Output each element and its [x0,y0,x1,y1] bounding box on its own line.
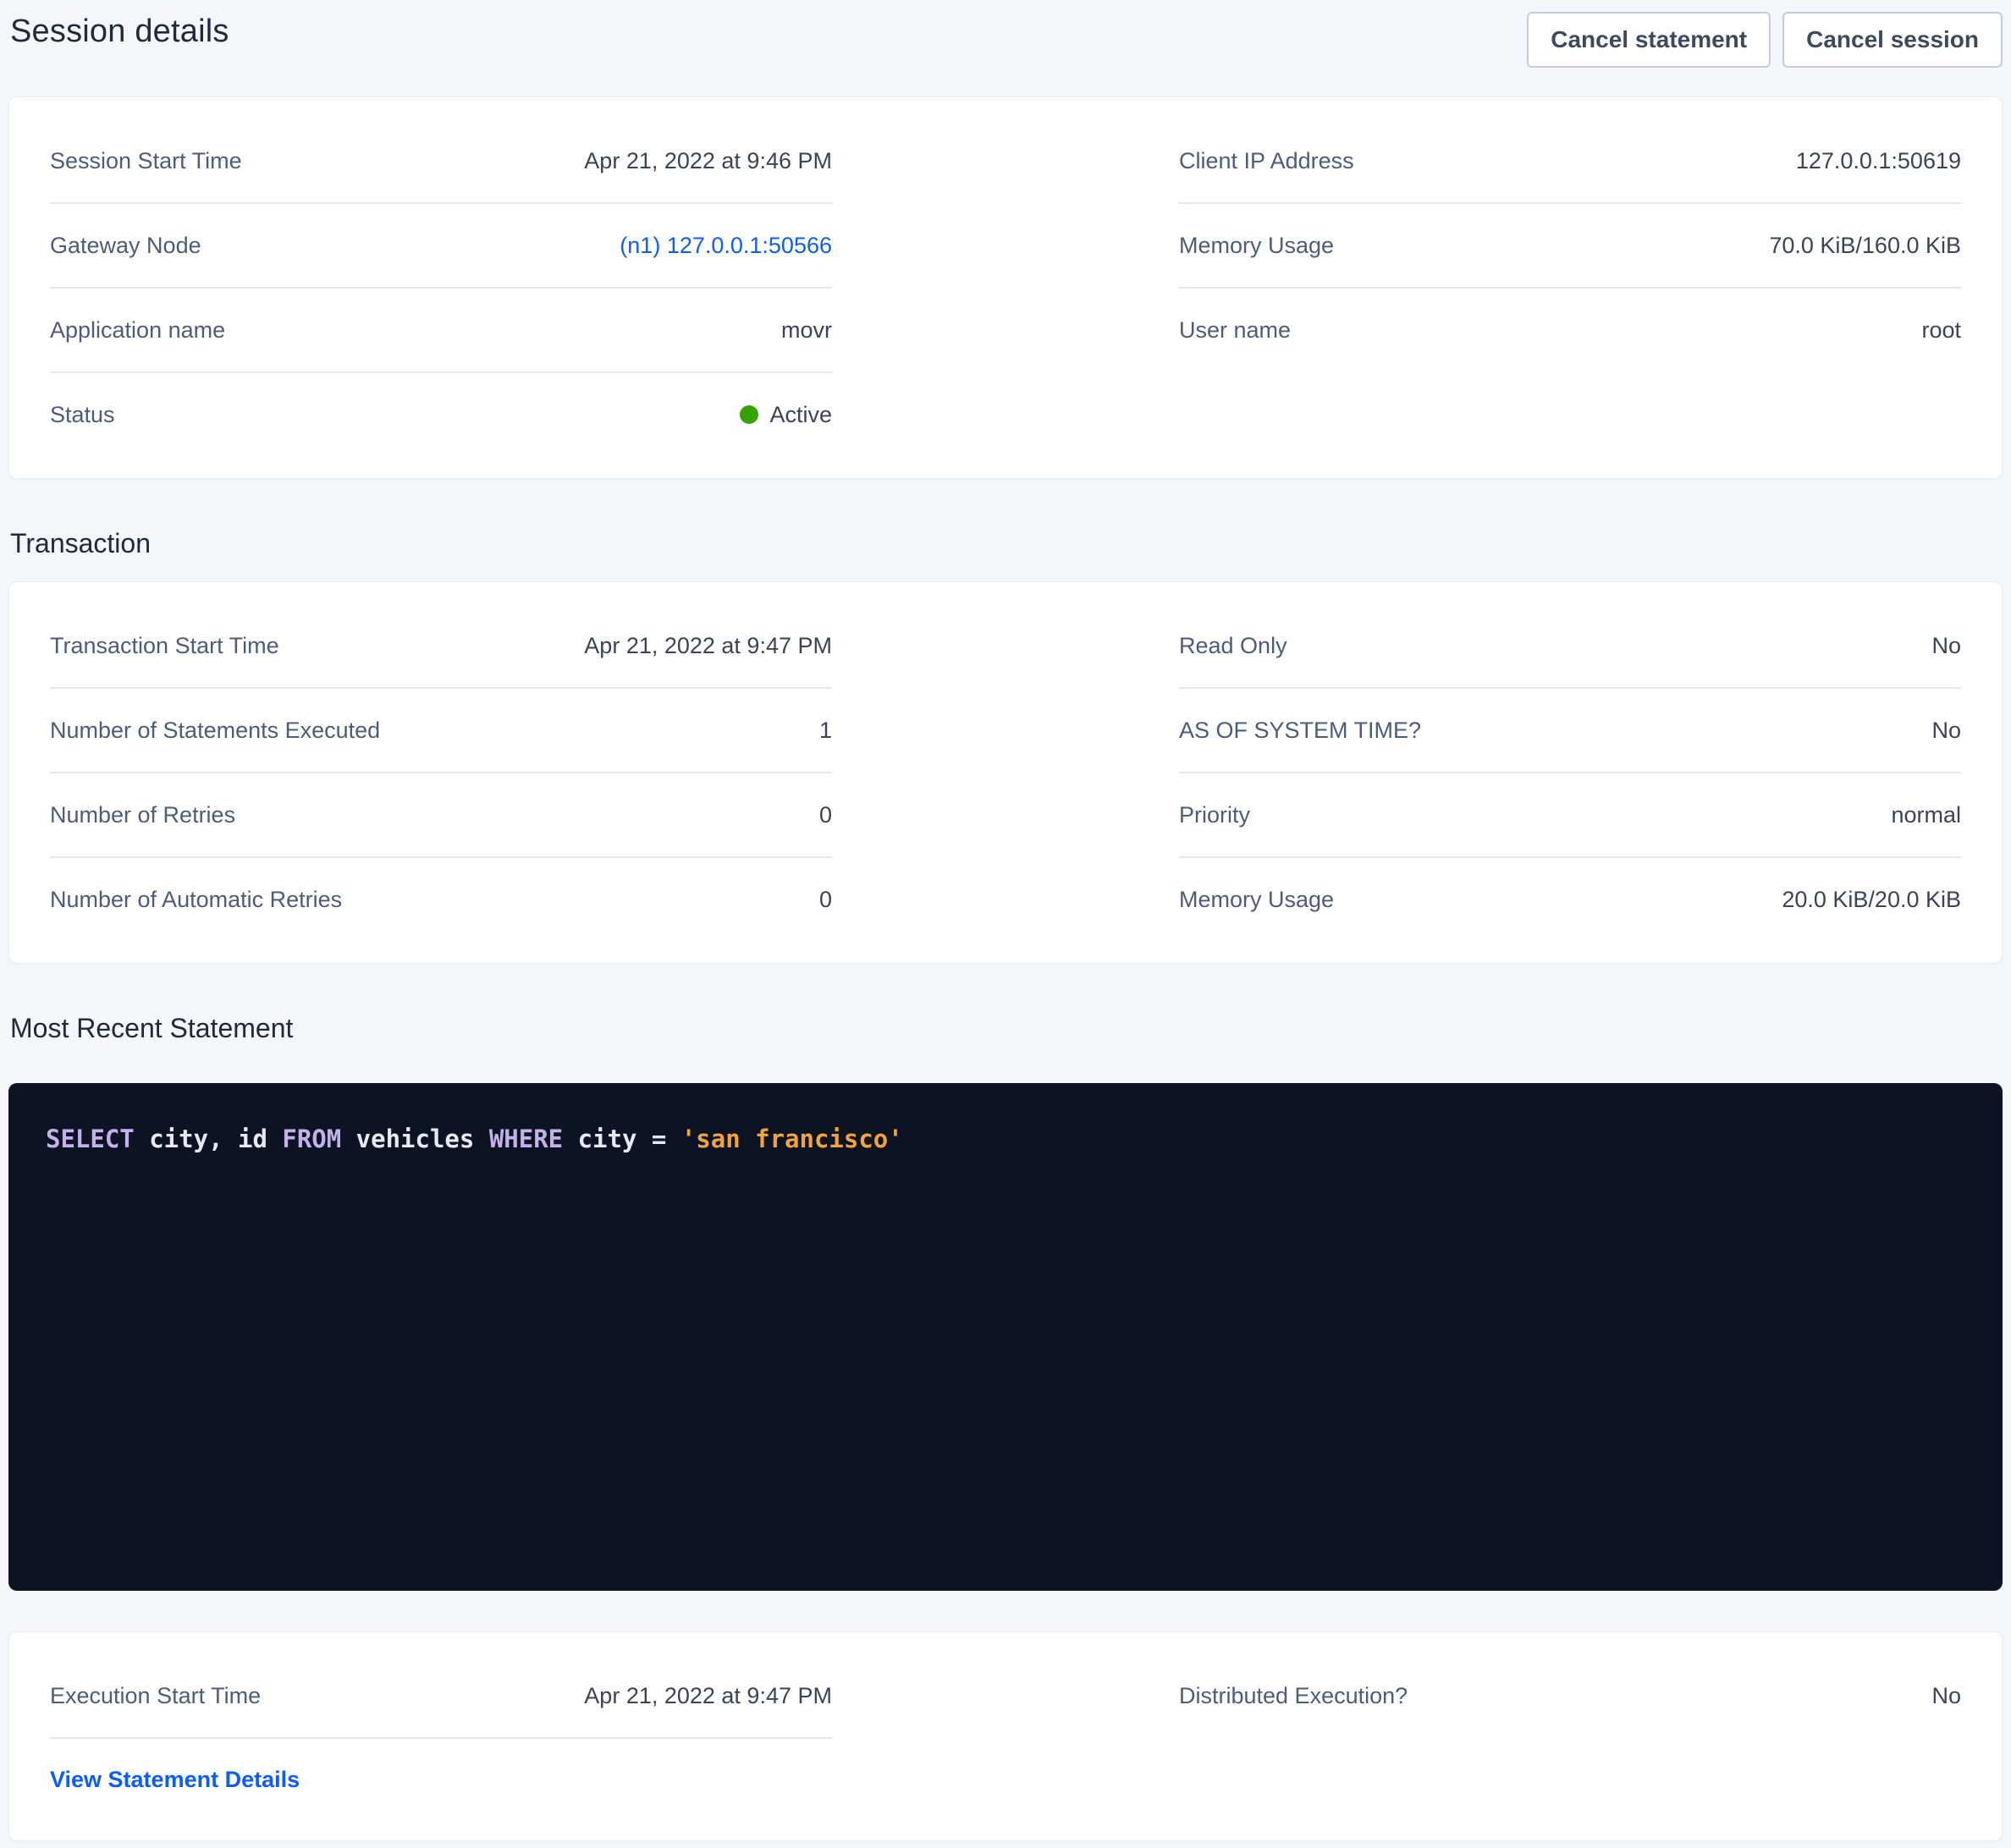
detail-value: 0 [819,886,832,913]
detail-value: 1 [819,717,832,744]
transaction-card: Transaction Start Time Apr 21, 2022 at 9… [8,581,2003,964]
detail-row: User name root [1179,289,1961,371]
execution-details-card: Execution Start Time Apr 21, 2022 at 9:4… [8,1631,2003,1841]
page-title: Session details [10,14,229,50]
detail-label: Memory Usage [1179,232,1334,259]
view-statement-details-link[interactable]: View Statement Details [50,1767,300,1792]
transaction-left-column: Transaction Start Time Apr 21, 2022 at 9… [50,604,832,941]
detail-value: Apr 21, 2022 at 9:47 PM [584,1682,832,1709]
detail-label: Number of Automatic Retries [50,886,342,913]
detail-row: Priority normal [1179,773,1961,858]
detail-value: No [1931,632,1961,659]
cancel-statement-button[interactable]: Cancel statement [1527,12,1771,68]
cancel-session-button[interactable]: Cancel session [1782,12,2003,68]
detail-value: 20.0 KiB/20.0 KiB [1782,886,1961,913]
detail-row: Transaction Start Time Apr 21, 2022 at 9… [50,604,832,689]
detail-row: Distributed Execution? No [1179,1654,1961,1737]
detail-label: User name [1179,316,1291,344]
detail-label: Distributed Execution? [1179,1682,1408,1709]
detail-row: Client IP Address 127.0.0.1:50619 [1179,119,1961,204]
transaction-heading: Transaction [10,528,2011,559]
execution-right-column: Distributed Execution? No [1179,1654,1961,1737]
status-active-dot-icon [740,405,758,424]
detail-label: Execution Start Time [50,1682,261,1709]
detail-row: Memory Usage 20.0 KiB/20.0 KiB [1179,858,1961,941]
session-right-column: Client IP Address 127.0.0.1:50619 Memory… [1179,119,1961,371]
detail-value: 127.0.0.1:50619 [1796,147,1961,174]
detail-row: Application name movr [50,289,832,373]
detail-label: Session Start Time [50,147,242,174]
detail-label: AS OF SYSTEM TIME? [1179,717,1421,744]
sql-statement-code: SELECT city, id FROM vehicles WHERE city… [46,1125,903,1153]
detail-value: No [1931,1682,1961,1709]
detail-label: Status [50,401,115,428]
detail-row: Gateway Node (n1) 127.0.0.1:50566 [50,204,832,289]
detail-value: Apr 21, 2022 at 9:47 PM [584,632,832,659]
detail-label: Read Only [1179,632,1287,659]
detail-label: Number of Statements Executed [50,717,380,744]
status-badge: Active [740,401,832,428]
gateway-node-link[interactable]: (n1) 127.0.0.1:50566 [620,232,832,259]
detail-value: 70.0 KiB/160.0 KiB [1769,232,1961,259]
detail-row: Session Start Time Apr 21, 2022 at 9:46 … [50,119,832,204]
session-details-card: Session Start Time Apr 21, 2022 at 9:46 … [8,96,2003,479]
detail-row: Execution Start Time Apr 21, 2022 at 9:4… [50,1654,832,1739]
header-actions: Cancel statement Cancel session [1527,12,2003,68]
session-left-column: Session Start Time Apr 21, 2022 at 9:46 … [50,119,832,456]
detail-value: 0 [819,801,832,828]
execution-left-column: Execution Start Time Apr 21, 2022 at 9:4… [50,1654,832,1818]
detail-value: No [1931,717,1961,744]
detail-row: Number of Automatic Retries 0 [50,858,832,941]
detail-label: Transaction Start Time [50,632,279,659]
detail-row: Number of Retries 0 [50,773,832,858]
sql-statement-box: SELECT city, id FROM vehicles WHERE city… [8,1083,2003,1591]
detail-row: Memory Usage 70.0 KiB/160.0 KiB [1179,204,1961,289]
detail-row: Read Only No [1179,604,1961,689]
detail-label: Client IP Address [1179,147,1354,174]
transaction-right-column: Read Only No AS OF SYSTEM TIME? No Prior… [1179,604,1961,941]
detail-label: Gateway Node [50,232,201,259]
view-statement-details-row: View Statement Details [50,1739,832,1818]
detail-value: Apr 21, 2022 at 9:46 PM [584,147,832,174]
detail-value: movr [781,316,832,344]
detail-value: normal [1891,801,1961,828]
status-text: Active [769,401,832,428]
statement-heading: Most Recent Statement [10,1013,2011,1044]
detail-label: Memory Usage [1179,886,1334,913]
detail-value: root [1921,316,1961,344]
detail-label: Application name [50,316,225,344]
detail-row: Number of Statements Executed 1 [50,689,832,773]
detail-row: AS OF SYSTEM TIME? No [1179,689,1961,773]
detail-label: Number of Retries [50,801,235,828]
page-header: Session details Cancel statement Cancel … [0,0,2011,68]
detail-label: Priority [1179,801,1250,828]
detail-row: Status Active [50,373,832,456]
